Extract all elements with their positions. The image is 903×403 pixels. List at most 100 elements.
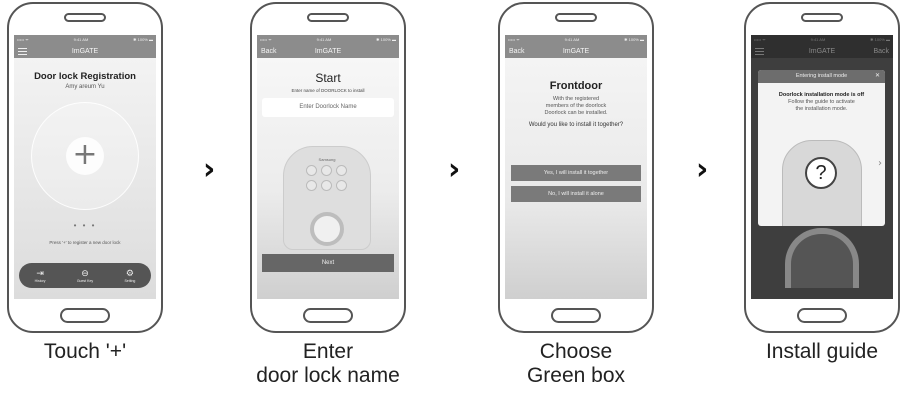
app-title: ImGATE	[314, 47, 342, 55]
start-content: Start Enter name of DOORLOCK to install …	[257, 58, 399, 299]
instruction-text: Enter name of DOORLOCK to install	[291, 88, 365, 93]
menu-icon[interactable]	[755, 46, 764, 57]
battery-indicator: ✱ 100% ▬	[376, 37, 396, 42]
status-bar: ••••• ᯤ 9:41 AM ✱ 100% ▬	[505, 35, 647, 44]
question-text: Would you like to install it together?	[528, 122, 624, 128]
status-bar: ••••• ᯤ 9:41 AM ✱ 100% ▬	[14, 35, 156, 44]
next-step-arrow-icon: ›	[203, 152, 216, 187]
phone-frame-2: ••••• ᯤ 9:41 AM ✱ 100% ▬ Back ImGATE Sta…	[250, 2, 406, 333]
caption-line: door lock name	[256, 364, 400, 387]
nav-bar: Back ImGATE	[257, 44, 399, 58]
clock: 9:41 AM	[564, 37, 580, 42]
signal-indicator: ••••• ᯤ	[17, 36, 29, 42]
phone-frame-3: ••••• ᯤ 9:41 AM ✱ 100% ▬ Back ImGATE Fro…	[498, 2, 654, 333]
screen-door-lock-registration: ••••• ᯤ 9:41 AM ✱ 100% ▬ ImGATE Door loc…	[14, 35, 156, 299]
registration-content: Door lock Registration Amy areum Yu + • …	[14, 58, 156, 299]
lock-knob	[310, 212, 344, 246]
next-step-arrow-icon: ›	[696, 152, 709, 187]
next-guide-arrow-icon[interactable]: ›	[878, 158, 882, 169]
nav-bar: ImGATE Back	[751, 44, 893, 58]
page-title: Start	[315, 71, 341, 85]
description-line: Doorlock can be installed.	[544, 110, 608, 116]
battery-indicator: ✱ 100% ▬	[624, 37, 644, 42]
home-button	[60, 308, 110, 323]
settings-icon: ⚙	[125, 268, 134, 279]
phone-frame-4: ••••• ᯤ 9:41 AM ✱ 100% ▬ ImGATE Back Ent…	[744, 2, 900, 333]
signal-indicator: ••••• ᯤ	[260, 36, 272, 42]
caption-line: Choose	[539, 340, 613, 363]
doorlock-name-input[interactable]: Enter Doorlock Name	[262, 98, 394, 117]
install-guide-content: Entering install mode ✕ Doorlock install…	[751, 58, 893, 299]
clock: 9:41 AM	[810, 37, 826, 42]
keypad	[306, 165, 347, 191]
add-door-lock-button[interactable]: +	[66, 137, 104, 175]
caption-step-2: Enter door lock name	[250, 340, 406, 388]
home-button	[551, 308, 601, 323]
frontdoor-content: Frontdoor With the registered members of…	[505, 58, 647, 299]
dialog-heading: Doorlock installation mode is off	[778, 92, 865, 98]
caption-step-4: Install guide	[765, 340, 879, 363]
dialog-header: Entering install mode ✕	[758, 70, 885, 83]
menu-icon[interactable]	[18, 46, 27, 57]
back-button[interactable]: Back	[873, 48, 889, 55]
close-icon[interactable]: ✕	[875, 70, 880, 83]
bottom-tab-bar: ⇥ History ⊖ Guest Key ⚙ Setting	[19, 263, 151, 288]
tab-setting[interactable]: ⚙ Setting	[124, 269, 135, 283]
tab-label: History	[34, 278, 46, 283]
caption-step-3: Choose Green box	[498, 340, 654, 388]
status-bar: ••••• ᯤ 9:41 AM ✱ 100% ▬	[257, 35, 399, 44]
dialog-title: Entering install mode	[795, 73, 848, 79]
description-line: members of the doorlock	[545, 103, 607, 109]
clock: 9:41 AM	[73, 37, 89, 42]
back-button[interactable]: Back	[509, 48, 525, 55]
battery-indicator: ✱ 100% ▬	[870, 37, 890, 42]
screen-frontdoor: ••••• ᯤ 9:41 AM ✱ 100% ▬ Back ImGATE Fro…	[505, 35, 647, 299]
description-line: With the registered	[552, 96, 600, 102]
page-title: Door lock Registration	[34, 71, 136, 82]
tab-label: Setting	[124, 278, 136, 283]
caption-step-1: Touch '+'	[43, 340, 127, 363]
dialog-line: the installation mode.	[795, 106, 848, 112]
back-button[interactable]: Back	[261, 48, 277, 55]
install-together-button[interactable]: Yes, I will install it together	[511, 165, 641, 181]
doorlock-image: ?	[782, 140, 862, 226]
clock: 9:41 AM	[316, 37, 332, 42]
tab-guest-key[interactable]: ⊖ Guest Key	[77, 269, 93, 283]
install-alone-button[interactable]: No, I will install it alone	[511, 186, 641, 202]
status-bar: ••••• ᯤ 9:41 AM ✱ 100% ▬	[751, 35, 893, 44]
app-title: ImGATE	[808, 47, 836, 55]
question-icon: ?	[805, 157, 837, 189]
brand-label: Samsung	[318, 157, 336, 162]
description: With the registered members of the doorl…	[505, 96, 647, 117]
speaker	[64, 13, 106, 22]
doorlock-image: Samsung	[283, 146, 371, 250]
app-title: ImGATE	[71, 47, 99, 55]
next-button[interactable]: Next	[262, 254, 394, 272]
dialog-body: Follow the guide to activate the install…	[758, 99, 885, 113]
signal-indicator: ••••• ᯤ	[754, 36, 766, 42]
key-icon: ⊖	[81, 268, 89, 279]
speaker	[307, 13, 349, 22]
phone-frame-1: ••••• ᯤ 9:41 AM ✱ 100% ▬ ImGATE Door loc…	[7, 2, 163, 333]
doorlock-background-image	[785, 228, 859, 288]
page-title: Frontdoor	[549, 80, 603, 92]
next-step-arrow-icon: ›	[448, 152, 461, 187]
hint-text: Press '+' to register a new door lock	[49, 240, 121, 245]
home-button	[797, 308, 847, 323]
dialog-line: Follow the guide to activate	[788, 99, 855, 105]
tab-label: Guest Key	[76, 278, 94, 283]
speaker	[801, 13, 843, 22]
signal-indicator: ••••• ᯤ	[508, 36, 520, 42]
history-icon: ⇥	[36, 268, 44, 279]
install-mode-dialog: Entering install mode ✕ Doorlock install…	[758, 70, 885, 226]
screen-install-guide: ••••• ᯤ 9:41 AM ✱ 100% ▬ ImGATE Back Ent…	[751, 35, 893, 299]
add-lock-circle: +	[31, 102, 139, 210]
battery-indicator: ✱ 100% ▬	[133, 37, 153, 42]
nav-bar: ImGATE	[14, 44, 156, 58]
page-indicator: • • •	[73, 221, 97, 230]
home-button	[303, 308, 353, 323]
tab-history[interactable]: ⇥ History	[35, 269, 46, 283]
user-name: Amy areum Yu	[65, 84, 105, 90]
screen-start: ••••• ᯤ 9:41 AM ✱ 100% ▬ Back ImGATE Sta…	[257, 35, 399, 299]
speaker	[555, 13, 597, 22]
